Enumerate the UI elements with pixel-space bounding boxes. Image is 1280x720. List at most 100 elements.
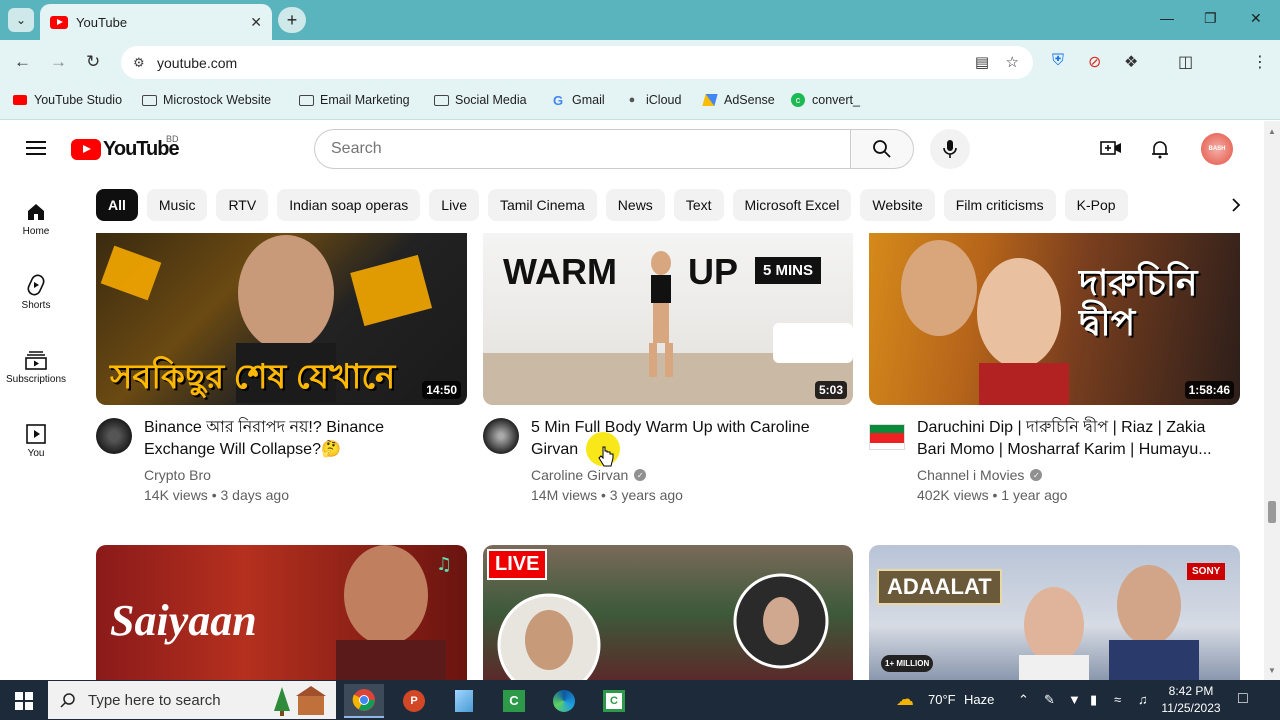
taskbar-search-box[interactable]: Type here to search <box>48 681 336 719</box>
video-title[interactable]: Binance আর নিরাপদ নয়!? Binance Exchange… <box>144 417 444 461</box>
notifications-button[interactable] <box>1150 139 1170 164</box>
search-input[interactable] <box>314 129 851 169</box>
windows-start-icon[interactable] <box>15 692 33 710</box>
chip-tamil-cinema[interactable]: Tamil Cinema <box>487 189 597 221</box>
sidebar-item-home[interactable]: Home <box>0 196 72 237</box>
bookmark-social-media[interactable]: Social Media <box>433 93 527 107</box>
reload-icon[interactable]: ↻ <box>86 52 100 72</box>
chip-rtv[interactable]: RTV <box>216 189 269 221</box>
bookmark-youtube-studio[interactable]: YouTube Studio <box>12 93 122 107</box>
taskbar-edge[interactable] <box>544 684 584 718</box>
tab-search-button[interactable]: ⌄ <box>8 8 34 32</box>
new-tab-button[interactable]: + <box>278 7 306 33</box>
back-arrow-icon[interactable]: ← <box>14 52 31 72</box>
address-bar[interactable]: ⚙ youtube.com ▤ ☆ <box>121 46 1033 79</box>
video-thumbnail[interactable]: দারুচিনি দ্বীপ 1:58:46 <box>869 233 1240 405</box>
taskbar-camtasia[interactable]: C <box>494 684 534 718</box>
bookmark-microstock-website[interactable]: Microstock Website <box>141 93 271 107</box>
chip-text[interactable]: Text <box>673 189 724 221</box>
youtube-logo[interactable]: YouTube BD <box>71 134 180 161</box>
bookmark-convert[interactable]: c convert_ <box>790 93 860 107</box>
chip-k-pop[interactable]: K-Pop <box>1064 189 1128 221</box>
sidebar-item-shorts[interactable]: Shorts <box>0 270 72 311</box>
taskbar-app-blue[interactable] <box>444 684 484 718</box>
bookmark-email-marketing[interactable]: Email Marketing <box>298 93 410 107</box>
shield-extension-icon[interactable]: ⛨ <box>1052 52 1064 70</box>
tray-battery-icon[interactable]: ▮ <box>1090 692 1097 708</box>
menu-kebab-icon[interactable]: ⋮ <box>1252 52 1268 72</box>
guide-menu-icon[interactable] <box>26 141 46 155</box>
sidebar-item-label: Subscriptions <box>5 374 67 385</box>
video-thumbnail[interactable]: ♫ Saiyaan <box>96 545 467 680</box>
search-button[interactable] <box>850 129 914 169</box>
taskbar-chrome[interactable] <box>344 684 384 718</box>
chip-live[interactable]: Live <box>429 189 479 221</box>
site-settings-icon[interactable]: ⚙ <box>133 55 153 71</box>
account-avatar[interactable]: BASH <box>1201 133 1233 165</box>
close-window-icon[interactable]: ✕ <box>1250 10 1262 27</box>
chips-next-button[interactable] <box>1218 189 1254 221</box>
video-duration: 5:03 <box>814 381 847 399</box>
chip-all[interactable]: All <box>96 189 138 221</box>
weather-icon[interactable]: ☁ <box>896 689 914 710</box>
chip-film-criticisms[interactable]: Film criticisms <box>943 189 1056 221</box>
block-extension-icon[interactable]: ⊘ <box>1088 52 1101 72</box>
sidebar-item-you[interactable]: You <box>0 418 72 459</box>
voice-search-button[interactable] <box>930 129 970 169</box>
video-thumbnail[interactable]: LIVE <box>483 545 853 680</box>
channel-name[interactable]: Caroline Girvan ✓ <box>531 467 647 483</box>
create-video-button[interactable] <box>1100 139 1122 162</box>
forward-arrow-icon[interactable]: → <box>50 52 67 72</box>
side-panel-icon[interactable]: ◫ <box>1178 52 1193 72</box>
youtube-play-icon <box>71 139 101 160</box>
bookmark-icloud[interactable]: ● iCloud <box>624 93 682 107</box>
taskbar-powerpoint[interactable]: P <box>394 684 434 718</box>
sidebar-item-label: You <box>27 448 45 459</box>
tray-wifi-icon[interactable]: ≈ <box>1114 692 1121 707</box>
chip-indian-soap-operas[interactable]: Indian soap operas <box>277 189 421 221</box>
video-thumbnail[interactable]: WARM UP 5 MINS 5:03 <box>483 233 853 405</box>
scroll-up-icon[interactable]: ▲ <box>1268 127 1276 136</box>
tray-chevron-up-icon[interactable]: ⌃ <box>1018 692 1029 708</box>
channel-avatar[interactable] <box>483 418 519 454</box>
bookmark-gmail[interactable]: G Gmail <box>550 93 605 108</box>
taskbar-camtasia-recorder[interactable]: C <box>594 684 634 718</box>
notifications-center-icon[interactable]: □ <box>1238 690 1248 708</box>
channel-name[interactable]: Channel i Movies ✓ <box>917 467 1043 483</box>
weather-temp[interactable]: 70°F <box>928 692 956 707</box>
tray-microphone-icon[interactable]: ▼ <box>1068 692 1081 707</box>
search-icon <box>873 140 891 158</box>
folder-icon <box>298 93 314 107</box>
install-app-icon[interactable]: ▤ <box>975 53 989 71</box>
video-thumbnail[interactable]: ADAALAT SONY 1+ MILLION <box>869 545 1240 680</box>
tray-pen-icon[interactable]: ✎ <box>1044 692 1055 708</box>
scroll-down-icon[interactable]: ▼ <box>1268 666 1276 675</box>
close-tab-icon[interactable]: ✕ <box>250 14 262 31</box>
chip-music[interactable]: Music <box>146 189 208 221</box>
million-badge: 1+ MILLION <box>881 655 934 672</box>
restore-icon[interactable]: ❐ <box>1204 10 1217 27</box>
tab-title: YouTube <box>76 14 128 30</box>
chip-website[interactable]: Website <box>860 189 935 221</box>
channel-avatar[interactable] <box>869 424 905 450</box>
channel-avatar[interactable] <box>96 418 132 454</box>
bookmark-adsense[interactable]: AdSense <box>702 93 775 107</box>
bookmark-star-icon[interactable]: ☆ <box>1006 53 1019 71</box>
chip-microsoft-excel[interactable]: Microsoft Excel <box>732 189 852 221</box>
tray-volume-icon[interactable]: ♫ <box>1138 692 1148 707</box>
app-file-icon <box>455 690 473 712</box>
extensions-puzzle-icon[interactable]: ❖ <box>1124 52 1138 72</box>
hand-cursor-icon <box>598 446 614 467</box>
sidebar-item-subscriptions[interactable]: Subscriptions <box>0 344 72 385</box>
chip-news[interactable]: News <box>605 189 665 221</box>
taskbar-clock[interactable]: 8:42 PM 11/25/2023 <box>1158 683 1224 717</box>
page-scrollbar[interactable]: ▲ ▼ <box>1264 121 1280 680</box>
video-title[interactable]: 5 Min Full Body Warm Up with Caroline Gi… <box>531 417 831 461</box>
video-title[interactable]: Daruchini Dip | দারুচিনি দ্বীপ | Riaz | … <box>917 417 1217 461</box>
weather-description[interactable]: Haze <box>964 692 994 707</box>
minimize-icon[interactable]: — <box>1160 10 1174 26</box>
video-thumbnail[interactable]: সবকিছুর শেষ যেখানে 14:50 <box>96 233 467 405</box>
browser-tab-youtube[interactable]: YouTube ✕ <box>40 4 272 40</box>
channel-name[interactable]: Crypto Bro <box>144 467 211 483</box>
scroll-thumb[interactable] <box>1268 501 1276 523</box>
